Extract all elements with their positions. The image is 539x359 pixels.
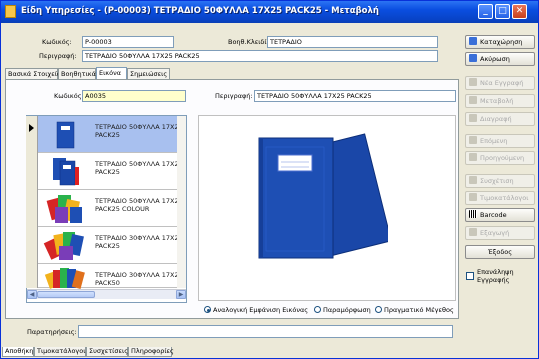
image-description-field[interactable]: ΤΕΤΡΑΔΙΟ 50ΦΥΛΛΑ 17Χ25 PACK25: [254, 90, 456, 102]
new-record-icon: [469, 78, 477, 86]
tab-pricelists[interactable]: Τιμοκατάλογοι: [34, 347, 86, 357]
export-button[interactable]: Εξαγωγή: [465, 226, 535, 240]
code-label: Κωδικός:: [42, 38, 72, 46]
aux-code-field[interactable]: ΤΕΤΡΑΔΙΟ: [267, 36, 438, 48]
image-code-label: Κωδικός:: [54, 92, 84, 100]
description-field[interactable]: ΤΕΤΡΑΔΙΟ 50ΦΥΛΛΑ 17Χ25 PACK25: [82, 50, 438, 62]
aux-code-label: Βοηθ.Κλειδί:: [228, 38, 269, 46]
image-preview-area: [198, 115, 456, 301]
notebook-product-image: [254, 127, 388, 275]
relation-icon: [469, 176, 477, 184]
tab-relations[interactable]: Συσχετίσεις: [86, 347, 128, 357]
notes-label: Παρατηρήσεις:: [27, 328, 77, 336]
edit-label: Μεταβολή: [480, 97, 514, 105]
list-item-text: ΤΕΤΡΑΔΙΟ 50ΦΥΛΛΑ 17Χ25 PACK25: [95, 123, 183, 139]
image-description-label: Περιγραφή:: [215, 92, 253, 100]
tab-warehouse[interactable]: Αποθήκη: [2, 347, 34, 357]
radio-actual-size[interactable]: Πραγματικό Μέγεθος: [375, 306, 454, 314]
export-label: Εξαγωγή: [480, 229, 510, 237]
list-item[interactable]: ΤΕΤΡΑΔΙΟ 50ΦΥΛΛΑ 17Χ25 PACK25: [38, 153, 186, 190]
list-item-text: ΤΕΤΡΑΔΙΟ 50ΦΥΛΛΑ 17Χ25 PACK25 COLOUR: [95, 197, 183, 213]
current-row-pointer-icon: [29, 124, 34, 132]
delete-icon: [469, 114, 477, 122]
previous-button[interactable]: Προηγούμενη: [465, 151, 535, 165]
barcode-icon: [469, 210, 477, 218]
new-record-label: Νέα Εγγραφή: [480, 79, 524, 87]
notebook-thumbnail: [56, 121, 75, 149]
item-edit-window: Είδη Υπηρεσίες - (P-00003) ΤΕΤΡΑΔΙΟ 50ΦΥ…: [0, 0, 539, 359]
save-icon: [469, 37, 477, 45]
undo-icon: [469, 54, 477, 62]
next-label: Επόμενη: [480, 137, 508, 145]
radio-proportional[interactable]: Αναλογική Εμφάνιση Εικόνας: [204, 306, 308, 314]
redisplay-label: Επανάληψη Εγγραφής: [477, 268, 514, 284]
list-item[interactable]: ΤΕΤΡΑΔΙΟ 30ΦΥΛΛΑ 17Χ25 PACK25: [38, 227, 186, 264]
maximize-button[interactable]: □: [495, 4, 510, 19]
minimize-icon: _: [483, 6, 488, 16]
radio-label: Αναλογική Εμφάνιση Εικόνας: [213, 306, 309, 314]
radio-distortion[interactable]: Παραμόρφωση: [314, 306, 371, 314]
edit-button[interactable]: Μεταβολή: [465, 94, 535, 108]
close-icon: ✕: [515, 6, 524, 16]
notebook-thumbnail: [43, 232, 84, 260]
list-horizontal-scrollbar[interactable]: ◀ ▶: [27, 289, 186, 299]
barcode-button[interactable]: Barcode: [465, 208, 535, 222]
app-icon: [5, 5, 16, 18]
notebook-thumbnail: [44, 268, 85, 289]
scroll-thumb[interactable]: [37, 291, 95, 298]
cancel-label: Ακύρωση: [480, 55, 510, 63]
arrow-up-icon: [469, 153, 477, 161]
list-item[interactable]: ΤΕΤΡΑΔΙΟ 50ΦΥΛΛΑ 17Χ25 PACK25: [38, 116, 186, 153]
list-item-text: ΤΕΤΡΑΔΙΟ 30ΦΥΛΛΑ 17Χ25 PACK25: [95, 234, 183, 250]
tab-info[interactable]: Πληροφορίες: [128, 347, 174, 357]
new-record-button[interactable]: Νέα Εγγραφή: [465, 76, 535, 90]
relation-label: Συσχέτιση: [480, 177, 514, 185]
edit-icon: [469, 96, 477, 104]
barcode-label: Barcode: [480, 211, 507, 219]
list-item[interactable]: ΤΕΤΡΑΔΙΟ 30ΦΥΛΛΑ 17Χ25 PACK50: [38, 264, 186, 289]
notebook-thumbnail: [53, 158, 79, 186]
relation-button[interactable]: Συσχέτιση: [465, 174, 535, 188]
list-item[interactable]: ΤΕΤΡΑΔΙΟ 50ΦΥΛΛΑ 17Χ25 PACK25 COLOUR: [38, 190, 186, 227]
export-icon: [469, 228, 477, 236]
pricelist-icon: [469, 193, 477, 201]
pricelists-button[interactable]: Τιμοκατάλογοι: [465, 191, 535, 205]
delete-button[interactable]: Διαγραφή: [465, 112, 535, 126]
arrow-down-icon: [469, 136, 477, 144]
image-code-field[interactable]: A0035: [82, 90, 186, 102]
notes-field[interactable]: [78, 325, 453, 338]
radio-unselected-icon: [375, 306, 382, 313]
radio-label: Πραγματικό Μέγεθος: [384, 306, 454, 314]
radio-selected-icon: [204, 306, 211, 313]
title-bar[interactable]: Είδη Υπηρεσίες - (P-00003) ΤΕΤΡΑΔΙΟ 50ΦΥ…: [1, 1, 538, 23]
radio-unselected-icon: [314, 306, 321, 313]
row-indicator-column: [26, 116, 38, 288]
checkbox-box[interactable]: [466, 272, 474, 280]
list-item-text: ΤΕΤΡΑΔΙΟ 50ΦΥΛΛΑ 17Χ25 PACK25: [95, 160, 183, 176]
next-button[interactable]: Επόμενη: [465, 134, 535, 148]
scroll-left-icon[interactable]: ◀: [27, 290, 37, 299]
save-button[interactable]: Καταχώρηση: [465, 35, 535, 49]
window-title: Είδη Υπηρεσίες - (P-00003) ΤΕΤΡΑΔΙΟ 50ΦΥ…: [21, 6, 379, 16]
list-vertical-scrollbar[interactable]: [177, 116, 186, 288]
previous-label: Προηγούμενη: [480, 154, 525, 162]
radio-label: Παραμόρφωση: [323, 306, 371, 314]
save-label: Καταχώρηση: [480, 38, 523, 46]
scroll-right-icon[interactable]: ▶: [176, 290, 186, 299]
exit-label: Έξοδος: [487, 248, 513, 256]
maximize-icon: □: [498, 6, 507, 16]
cancel-button[interactable]: Ακύρωση: [465, 52, 535, 66]
notebook-thumbnail: [46, 195, 82, 223]
minimize-button[interactable]: _: [478, 4, 493, 19]
close-button[interactable]: ✕: [512, 4, 527, 19]
list-item-text: ΤΕΤΡΑΔΙΟ 30ΦΥΛΛΑ 17Χ25 PACK50: [95, 271, 183, 287]
pricelists-label: Τιμοκατάλογοι: [480, 194, 529, 202]
delete-label: Διαγραφή: [480, 115, 512, 123]
code-field[interactable]: P-00003: [82, 36, 174, 48]
description-label: Περιγραφή:: [39, 52, 77, 60]
exit-button[interactable]: Έξοδος: [465, 245, 535, 259]
